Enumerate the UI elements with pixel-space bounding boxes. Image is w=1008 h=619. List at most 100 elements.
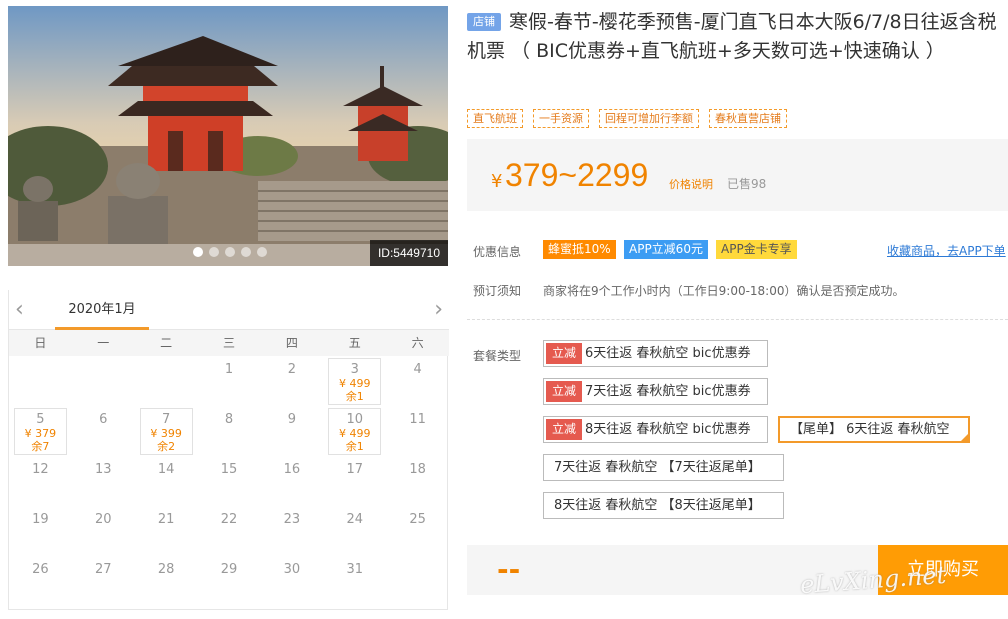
day-number: 11: [409, 412, 426, 427]
day-number: 13: [95, 462, 112, 477]
calendar-day: 9: [260, 408, 323, 458]
calendar-day: [9, 358, 72, 408]
package-option-selected[interactable]: 【尾单】 6天往返 春秋航空: [778, 416, 970, 443]
day-number: 23: [283, 512, 301, 527]
carousel-dots: [193, 247, 267, 257]
promo-tag: APP立减60元: [624, 240, 708, 259]
package-option-label: 7天往返 春秋航空 bic优惠券: [585, 384, 751, 399]
day-number: 1: [224, 362, 234, 377]
feature-label: 一手资源: [533, 109, 589, 128]
calendar-day: 16: [260, 458, 323, 508]
feature-label: 春秋直营店铺: [709, 109, 787, 128]
promo-label: 优惠信息: [473, 245, 522, 259]
calendar-day: 19: [9, 508, 72, 558]
day-number: 6: [99, 412, 108, 427]
package-option[interactable]: 8天往返 春秋航空 【8天往返尾单】: [543, 492, 784, 519]
calendar-day-available[interactable]: 5 ¥ 379 余7: [9, 408, 72, 458]
day-number: 22: [220, 512, 238, 527]
package-option[interactable]: 7天往返 春秋航空 【7天往返尾单】: [543, 454, 784, 481]
day-number: 3: [350, 362, 359, 377]
day-number: 28: [157, 562, 175, 577]
product-image[interactable]: ID:5449710: [8, 6, 448, 266]
day-number: 20: [95, 512, 112, 527]
day-number: 9: [287, 412, 296, 427]
day-number: 12: [32, 462, 49, 477]
day-number: 4: [413, 362, 422, 377]
carousel-dot[interactable]: [225, 247, 235, 257]
calendar-day: 20: [72, 508, 135, 558]
calendar-day: 22: [198, 508, 261, 558]
day-number: 29: [220, 562, 238, 577]
date-calendar: ‹ 2020年1月 › 日 一 二 三 四 五 六 1 2 3 ¥ 499 余1 4 5 ¥ …: [8, 290, 449, 610]
weekday: 六: [411, 336, 424, 350]
calendar-week: 19 20 21 22 23 24 25: [9, 508, 449, 558]
day-remaining: 余7: [31, 440, 50, 453]
weekday: 二: [160, 336, 173, 350]
calendar-day: 29: [198, 558, 261, 608]
day-number: 24: [346, 512, 363, 527]
favorite-link[interactable]: 收藏商品，去APP下单: [887, 242, 1006, 259]
product-title-text: 寒假-春节-樱花季预售-厦门直飞日本大阪6/7/8日往返含税机票 （ BIC优惠…: [467, 11, 997, 62]
day-remaining: 余1: [345, 390, 364, 403]
calendar-day-available[interactable]: 7 ¥ 399 余2: [135, 408, 198, 458]
package-option[interactable]: 立减 7天往返 春秋航空 bic优惠券: [543, 378, 768, 405]
calendar-day: 23: [260, 508, 323, 558]
calendar-day: 8: [198, 408, 261, 458]
discount-tag: 立减: [546, 419, 583, 440]
calendar-week: 12 13 14 15 16 17 18: [9, 458, 449, 508]
day-number: 26: [32, 562, 49, 577]
weekday: 五: [348, 336, 361, 350]
calendar-week: 26 27 28 29 30 31: [9, 558, 449, 608]
calendar-day-available[interactable]: 3 ¥ 499 余1: [323, 358, 386, 408]
prev-month-icon[interactable]: ‹: [15, 298, 24, 322]
day-number: 17: [346, 462, 363, 477]
carousel-dot[interactable]: [257, 247, 267, 257]
carousel-dot[interactable]: [209, 247, 219, 257]
calendar-day: 31: [323, 558, 386, 608]
calendar-day: 1: [198, 358, 261, 408]
calendar-week: 5 ¥ 379 余7 6 7 ¥ 399 余2 8 9 10 ¥ 499 余1 11: [9, 408, 449, 458]
calendar-day: 6: [72, 408, 135, 458]
price-panel: ¥ 379~2299 价格说明 已售98: [467, 139, 1008, 211]
day-number: 31: [346, 562, 363, 577]
next-month-icon[interactable]: ›: [434, 298, 443, 322]
weekday: 日: [34, 336, 47, 350]
total-price: --: [497, 553, 521, 586]
carousel-dot[interactable]: [193, 247, 203, 257]
calendar-day-available[interactable]: 10 ¥ 499 余1: [323, 408, 386, 458]
weekday: 三: [223, 336, 236, 350]
carousel-dot[interactable]: [241, 247, 251, 257]
day-number: 7: [162, 412, 171, 427]
calendar-month-title: 2020年1月: [55, 300, 149, 330]
calendar-day: 2: [260, 358, 323, 408]
feature-label: 回程可增加行李额: [599, 109, 699, 128]
product-title: 店铺 寒假-春节-樱花季预售-厦门直飞日本大阪6/7/8日往返含税机票 （ BIC…: [467, 8, 1008, 66]
calendar-day: 14: [135, 458, 198, 508]
discount-tag: 立减: [546, 381, 583, 402]
package-option-label: 【尾单】 6天往返 春秋航空: [790, 422, 950, 437]
price-explain-link[interactable]: 价格说明: [669, 176, 713, 192]
day-price: ¥ 499: [338, 377, 371, 390]
day-remaining: 余1: [345, 440, 364, 453]
calendar-day: 11: [386, 408, 449, 458]
divider: [467, 319, 1008, 320]
calendar-day: 27: [72, 558, 135, 608]
calendar-week: 1 2 3 ¥ 499 余1 4: [9, 358, 449, 408]
package-option[interactable]: 立减 8天往返 春秋航空 bic优惠券: [543, 416, 768, 443]
day-price: ¥ 379: [24, 427, 57, 440]
day-number: 2: [287, 362, 296, 377]
shop-tag: 店铺: [467, 13, 501, 31]
calendar-day: 12: [9, 458, 72, 508]
day-number: 30: [283, 562, 301, 577]
day-number: 25: [409, 512, 426, 527]
calendar-day: 18: [386, 458, 449, 508]
calendar-day: 15: [198, 458, 261, 508]
calendar-day: 25: [386, 508, 449, 558]
calendar-day: 13: [72, 458, 135, 508]
day-number: 14: [157, 462, 175, 477]
buy-now-button[interactable]: 立即购买: [878, 545, 1008, 595]
package-option[interactable]: 立减 6天往返 春秋航空 bic优惠券: [543, 340, 768, 367]
booking-label: 预订须知: [473, 284, 522, 298]
promo-tag: 蜂蜜抵10%: [543, 240, 616, 259]
package-label: 套餐类型: [473, 349, 522, 363]
